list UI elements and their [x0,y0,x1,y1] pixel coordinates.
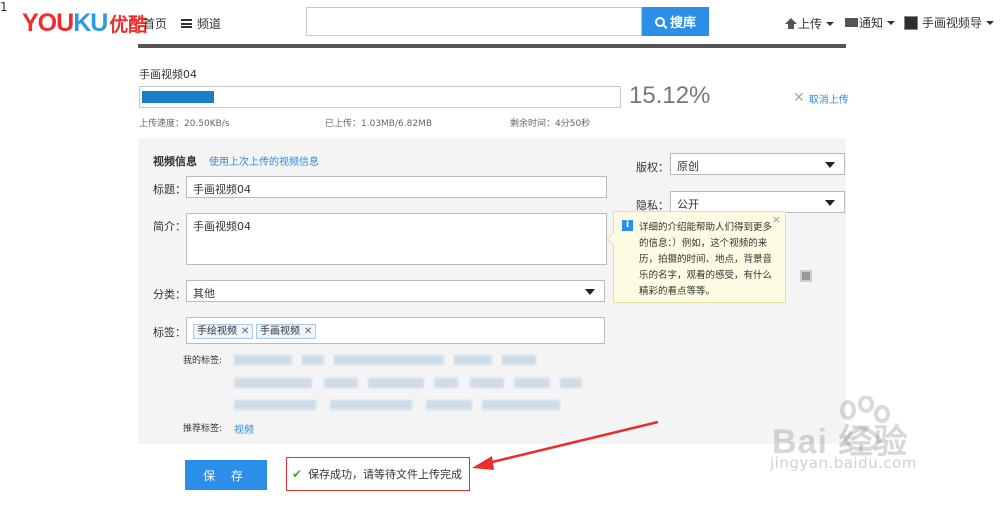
menu-icon [181,19,192,28]
divider [138,44,846,48]
my-tag-redacted[interactable] [324,378,358,388]
top-nav: YOU KU 优酷 首页 频道 搜库 上传 通知 1 手画视频导 [0,0,1000,46]
tag-chip-label: 手画视频 [260,326,300,337]
cancel-upload-button[interactable]: ✕ 取消上传 [793,90,849,106]
logo-text-you: YOU [22,9,74,37]
logo-text-ku: KU [73,9,108,37]
my-tag-redacted[interactable] [234,355,292,365]
chevron-down-icon [826,21,835,26]
my-tag-redacted[interactable] [234,400,316,410]
chevron-down-icon [887,20,896,25]
nav-channel-label: 频道 [197,17,222,31]
remove-tag-icon[interactable]: ✕ [241,325,249,338]
upload-progress-fill [142,91,214,103]
check-icon: ✔ [292,467,303,481]
tooltip-text: 详细的介绍能帮助人们得到更多的信息：）例如，这个视频的来历，拍摄的时间、地点，背… [639,222,773,297]
use-last-info-link[interactable]: 使用上次上传的视频信息 [209,153,319,168]
video-file-name: 手画视频04 [139,68,197,81]
close-icon[interactable]: × [772,213,781,226]
my-tag-redacted[interactable] [434,378,458,388]
my-tags-label: 我的标签: [183,356,223,366]
my-tag-redacted[interactable] [334,355,444,365]
my-tag-redacted[interactable] [368,378,424,388]
my-tag-redacted[interactable] [234,378,312,388]
my-tag-redacted[interactable] [560,378,582,388]
description-label: 简介： [153,220,186,233]
upload-speed: 上传速度：20.50KB/s [139,119,230,129]
logo-text-cn: 优酷 [109,14,148,36]
title-label: 标题： [153,183,186,196]
search-button-label: 搜库 [669,16,696,31]
tooltip-pointer [607,232,614,246]
my-tag-redacted[interactable] [426,400,472,410]
my-tag-redacted[interactable] [502,355,536,365]
success-message-box: ✔ 保存成功，请等待文件上传完成 [286,457,470,491]
my-tag-redacted[interactable] [482,400,560,410]
nav-notice-label: 通知 [859,16,884,30]
nav-upload-menu[interactable]: 上传 [785,15,835,32]
annotation-arrow [472,420,659,470]
cancel-upload-label: 取消上传 [808,94,849,106]
remaining-time: 剩余时间：4分50秒 [510,119,591,129]
save-button[interactable]: 保 存 [185,460,267,490]
copyright-label: 版权： [636,161,669,174]
privacy-select[interactable]: 公开 [670,191,845,213]
tag-chip: 手画视频 ✕ [256,324,317,339]
description-tooltip: i 详细的介绍能帮助人们得到更多的信息：）例如，这个视频的来历，拍摄的时间、地点… [607,211,786,303]
search-input[interactable] [306,7,642,36]
watermark-url: jingyan.baidu.com [770,454,917,472]
my-tag-redacted[interactable] [330,400,412,410]
recommended-tag-link[interactable]: 视频 [234,421,254,436]
tag-chip-label: 手绘视频 [197,326,237,337]
upload-progress-bar [139,86,621,108]
category-label: 分类： [153,288,186,301]
close-icon: ✕ [793,90,805,106]
section-title: 视频信息 [153,155,197,168]
search-button[interactable]: 搜库 [642,7,709,36]
upload-icon [785,17,797,29]
tag-chip: 手绘视频 ✕ [193,324,254,339]
recommended-tags-label: 推荐标签: [183,424,223,434]
title-input[interactable]: 手画视频04 [186,176,607,198]
search-icon [654,16,665,27]
tags-label: 标签： [153,326,186,339]
nav-home-link[interactable]: 首页 [143,15,167,32]
document-icon[interactable] [800,270,812,282]
envelope-icon [845,18,858,27]
nav-user-menu[interactable]: 手画视频导 [904,14,995,31]
notice-count-badge: 1 [0,0,8,14]
user-name: 手画视频导 [922,16,983,30]
tags-input[interactable]: 手绘视频 ✕ 手画视频 ✕ [186,317,605,344]
nav-channel-menu[interactable]: 频道 [181,15,221,32]
chevron-down-icon [986,20,995,25]
baidu-jingyan-watermark: Bai 经验 jingyan.baidu.com [752,396,997,486]
my-tag-redacted[interactable] [454,355,492,365]
category-select[interactable]: 其他 [186,280,605,302]
my-tag-redacted[interactable] [514,378,550,388]
success-message: 保存成功，请等待文件上传完成 [308,468,463,481]
info-icon: i [622,220,633,231]
youku-logo[interactable]: YOU KU 优酷 [22,9,147,37]
description-textarea[interactable]: 手画视频04 [186,213,607,265]
nav-notice-menu[interactable]: 通知 [845,14,896,31]
copyright-select[interactable]: 原创 [670,153,845,175]
nav-upload-label: 上传 [798,17,823,31]
remove-tag-icon[interactable]: ✕ [304,325,312,338]
avatar [904,15,918,30]
my-tag-redacted[interactable] [470,378,504,388]
upload-percent: 15.12% [629,82,711,109]
uploaded-size: 已上传：1.03MB/6.82MB [325,119,432,129]
my-tag-redacted[interactable] [302,355,324,365]
